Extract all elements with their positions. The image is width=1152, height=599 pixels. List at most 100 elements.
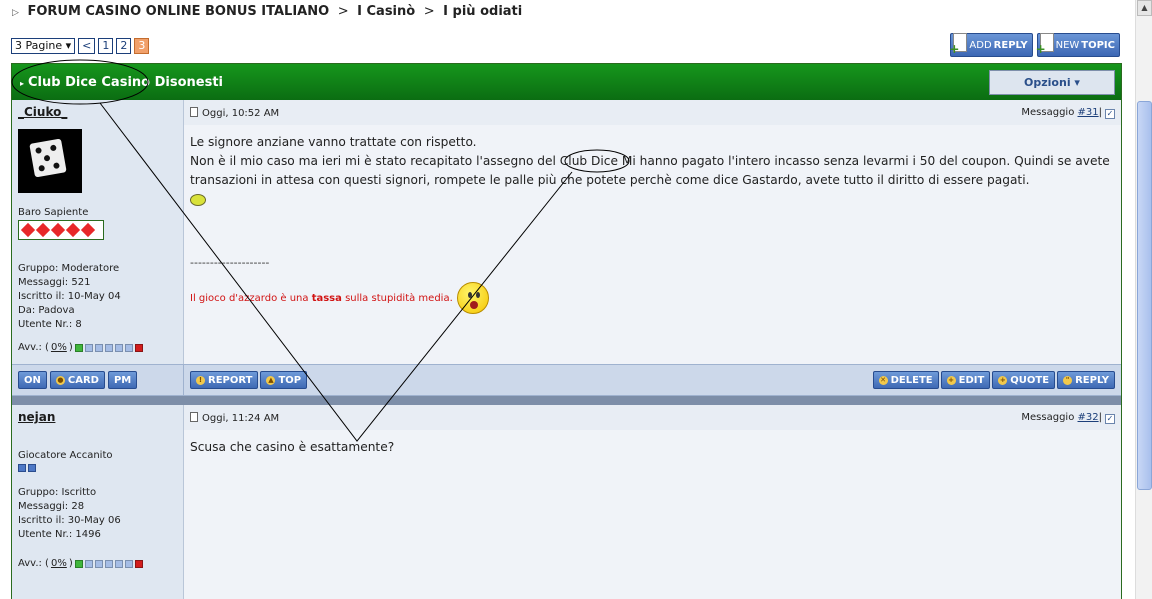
- edit-button[interactable]: + EDIT: [940, 371, 991, 389]
- rank-squares: [18, 464, 183, 472]
- signature-a: Il gioco d'azzardo è una: [190, 292, 312, 304]
- top-button[interactable]: ▲ TOP: [260, 371, 308, 389]
- surprised-smiley-icon: [456, 282, 489, 314]
- options-dropdown-button[interactable]: Opzioni ▾: [989, 69, 1115, 95]
- warn-value-link[interactable]: 0%: [51, 558, 67, 569]
- author-messages: Messaggi: 521: [18, 277, 91, 288]
- post: _Ciuko_ Baro Sapiente Gruppo: Moderatore…: [12, 100, 1121, 364]
- author-location: Da: Padova: [18, 305, 75, 316]
- diamond-pip-icon: [50, 222, 66, 238]
- new-topic-button[interactable]: NEWTOPIC: [1036, 32, 1120, 57]
- warn-box-icon: [94, 343, 103, 352]
- post-number-label: Messaggio: [1021, 411, 1078, 423]
- post-text-line: Scusa che casino è esattamente?: [190, 440, 395, 454]
- post-number-link[interactable]: #32: [1078, 412, 1099, 423]
- warn-minus-icon[interactable]: [74, 343, 83, 352]
- rank-pips: [18, 220, 104, 240]
- warn-box-icon: [104, 559, 113, 568]
- warn-box-icon: [114, 559, 123, 568]
- post-meta-bar: Oggi, 10:52 AM Messaggio #31| ✓: [184, 100, 1121, 125]
- add-reply-prefix: ADD: [969, 39, 992, 51]
- post-number-label: Messaggio: [1021, 106, 1078, 118]
- signature-bold: tassa: [311, 292, 342, 304]
- warn-plus-icon[interactable]: [134, 343, 143, 352]
- author-messages: Messaggi: 28: [18, 501, 85, 512]
- signature-c: sulla stupidità media.: [341, 292, 453, 304]
- scroll-up-arrow-icon[interactable]: ▲: [1137, 0, 1152, 16]
- post-number-link[interactable]: #31: [1078, 107, 1099, 118]
- post-date-text: Oggi, 10:52 AM: [202, 107, 280, 119]
- author-name[interactable]: _Ciuko_: [18, 100, 183, 125]
- page-link-2[interactable]: 2: [116, 38, 132, 54]
- post-date-icon: [190, 106, 198, 117]
- message-actions: ! REPORT ▲ TOP ✕ DELETE + EDIT + QUOTE " REPLY: [184, 365, 1121, 395]
- post-date: Oggi, 11:24 AM: [190, 411, 279, 424]
- post-text-paragraph: Non è il mio caso ma ieri mi è stato rec…: [190, 152, 1115, 190]
- diamond-pip-icon: [80, 222, 96, 238]
- post-divider: [12, 396, 1121, 405]
- signature-separator: --------------------: [190, 256, 270, 269]
- post-number-pipe: |: [1098, 106, 1102, 118]
- author-group: Gruppo: Iscritto: [18, 487, 97, 498]
- report-button[interactable]: ! REPORT: [190, 371, 259, 389]
- post-date-icon: [190, 411, 198, 422]
- warn-box-icon: [84, 343, 93, 352]
- page-link-1[interactable]: 1: [98, 38, 114, 54]
- post-select-checkbox[interactable]: ✓: [1105, 413, 1115, 424]
- delete-label: DELETE: [890, 374, 933, 386]
- warn-value-link[interactable]: 0%: [51, 342, 67, 353]
- breadcrumb-root[interactable]: FORUM CASINO ONLINE BONUS ITALIANO: [27, 4, 329, 19]
- warn-minus-icon[interactable]: [74, 559, 83, 568]
- author-user-number: Utente Nr.: 1496: [18, 529, 101, 540]
- delete-button[interactable]: ✕ DELETE: [872, 371, 939, 389]
- warn-level: Avv.: (0%): [18, 558, 183, 569]
- warn-plus-icon[interactable]: [134, 559, 143, 568]
- author-user-number: Utente Nr.: 8: [18, 319, 82, 330]
- plus-icon: +: [998, 375, 1008, 385]
- report-label: REPORT: [208, 374, 253, 386]
- post-select-checkbox[interactable]: ✓: [1105, 108, 1115, 119]
- author-actions: ON ● CARD PM: [12, 365, 184, 395]
- avatar: [18, 129, 82, 193]
- breadcrumb-section[interactable]: I Casinò: [357, 4, 415, 19]
- quote-label: QUOTE: [1010, 374, 1050, 386]
- breadcrumb-arrow-icon: ▷: [12, 8, 19, 18]
- quote-marks-icon: ": [1063, 375, 1073, 385]
- post: nejan Giocatore Accanito Gruppo: Iscritt…: [12, 405, 1121, 599]
- scroll-thumb[interactable]: [1137, 101, 1152, 490]
- online-status-button[interactable]: ON: [18, 371, 47, 389]
- warn-label: Avv.: (: [18, 342, 49, 353]
- signature: Il gioco d'azzardo è una tassa sulla stu…: [190, 282, 1115, 314]
- page-current-3: 3: [134, 38, 150, 54]
- exclamation-icon: !: [196, 375, 205, 385]
- author-info: Gruppo: Iscritto Messaggi: 28 Iscritto i…: [18, 486, 183, 542]
- post-text-club-dice: Club Dice: [559, 154, 618, 168]
- signature-text: Il gioco d'azzardo è una tassa sulla stu…: [190, 289, 453, 308]
- warn-box-icon: [104, 343, 113, 352]
- prev-page-button[interactable]: <: [78, 38, 96, 54]
- page-count-dropdown[interactable]: 3 Pagine ▾: [11, 38, 76, 54]
- add-reply-button[interactable]: ADDREPLY: [949, 32, 1033, 57]
- author-name[interactable]: nejan: [18, 405, 183, 430]
- thread-header: ▸ Club Dice Casino Disonesti Opzioni ▾: [12, 64, 1121, 100]
- top-label: TOP: [278, 374, 302, 386]
- collapse-triangle-icon[interactable]: ▸: [20, 79, 24, 88]
- vertical-scrollbar[interactable]: ▲: [1135, 0, 1152, 599]
- warn-box-icon: [124, 343, 133, 352]
- post-message: Le signore anziane vanno trattate con ri…: [184, 125, 1121, 322]
- reply-button[interactable]: " REPLY: [1057, 371, 1115, 389]
- delete-x-icon: ✕: [878, 375, 888, 385]
- private-message-button[interactable]: PM: [107, 371, 138, 389]
- warn-box-icon: [84, 559, 93, 568]
- dice-avatar-icon: [29, 138, 67, 178]
- author-joined: Iscritto il: 30-May 06: [18, 515, 121, 526]
- warn-box-icon: [114, 343, 123, 352]
- diamond-pip-icon: [20, 222, 36, 238]
- user-card-button[interactable]: ● CARD: [49, 371, 105, 389]
- post-meta-bar: Oggi, 11:24 AM Messaggio #32| ✓: [184, 405, 1121, 430]
- post-author-panel: _Ciuko_ Baro Sapiente Gruppo: Moderatore…: [12, 100, 184, 364]
- post-body: Oggi, 10:52 AM Messaggio #31| ✓ Le signor…: [184, 100, 1121, 364]
- quote-button[interactable]: + QUOTE: [992, 371, 1056, 389]
- new-topic-label: TOPIC: [1081, 39, 1115, 51]
- breadcrumb-topic[interactable]: I più odiati: [443, 4, 522, 19]
